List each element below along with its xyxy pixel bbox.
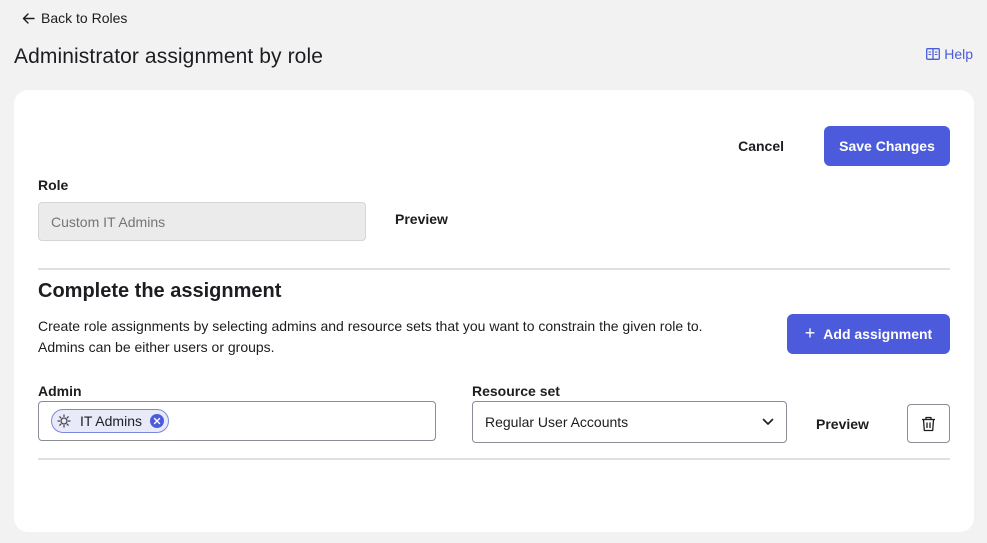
admin-label: Admin xyxy=(38,383,82,399)
role-input[interactable] xyxy=(38,202,366,241)
chevron-down-icon xyxy=(762,418,774,425)
book-icon xyxy=(926,48,941,60)
admin-chip-label: IT Admins xyxy=(80,413,142,429)
section-title: Complete the assignment xyxy=(38,280,282,302)
remove-chip-icon[interactable] xyxy=(150,414,164,428)
section-description: Create role assignments by selecting adm… xyxy=(38,316,768,358)
help-label: Help xyxy=(944,46,973,62)
plus-icon: + xyxy=(804,323,816,343)
help-link[interactable]: Help xyxy=(926,46,973,62)
cancel-button[interactable]: Cancel xyxy=(722,126,800,166)
admin-chip: IT Admins xyxy=(51,409,169,433)
delete-assignment-button[interactable] xyxy=(907,404,950,443)
assignment-card: Cancel Save Changes Role Preview Complet… xyxy=(14,90,974,532)
trash-icon xyxy=(922,416,935,431)
arrow-left-icon xyxy=(22,12,35,24)
admin-multiselect-input[interactable]: IT Admins xyxy=(38,401,436,441)
section-divider xyxy=(38,268,950,270)
add-assignment-label: Add assignment xyxy=(823,326,933,342)
description-line-2: Admins can be either users or groups. xyxy=(38,339,275,355)
resource-preview-button[interactable]: Preview xyxy=(816,416,869,432)
role-label: Role xyxy=(38,177,69,193)
save-changes-label: Save Changes xyxy=(839,138,935,154)
back-to-roles-link[interactable]: Back to Roles xyxy=(22,10,127,26)
page-title: Administrator assignment by role xyxy=(14,45,323,68)
back-link-label: Back to Roles xyxy=(41,10,128,26)
resource-set-value: Regular User Accounts xyxy=(485,414,629,430)
add-assignment-button[interactable]: + Add assignment xyxy=(787,314,950,354)
role-preview-button[interactable]: Preview xyxy=(395,211,448,227)
resource-set-label: Resource set xyxy=(472,383,560,399)
description-line-1: Create role assignments by selecting adm… xyxy=(38,318,703,334)
save-changes-button[interactable]: Save Changes xyxy=(824,126,950,166)
resource-set-select[interactable]: Regular User Accounts xyxy=(472,401,787,443)
row-divider xyxy=(38,458,950,460)
group-icon xyxy=(56,413,72,429)
